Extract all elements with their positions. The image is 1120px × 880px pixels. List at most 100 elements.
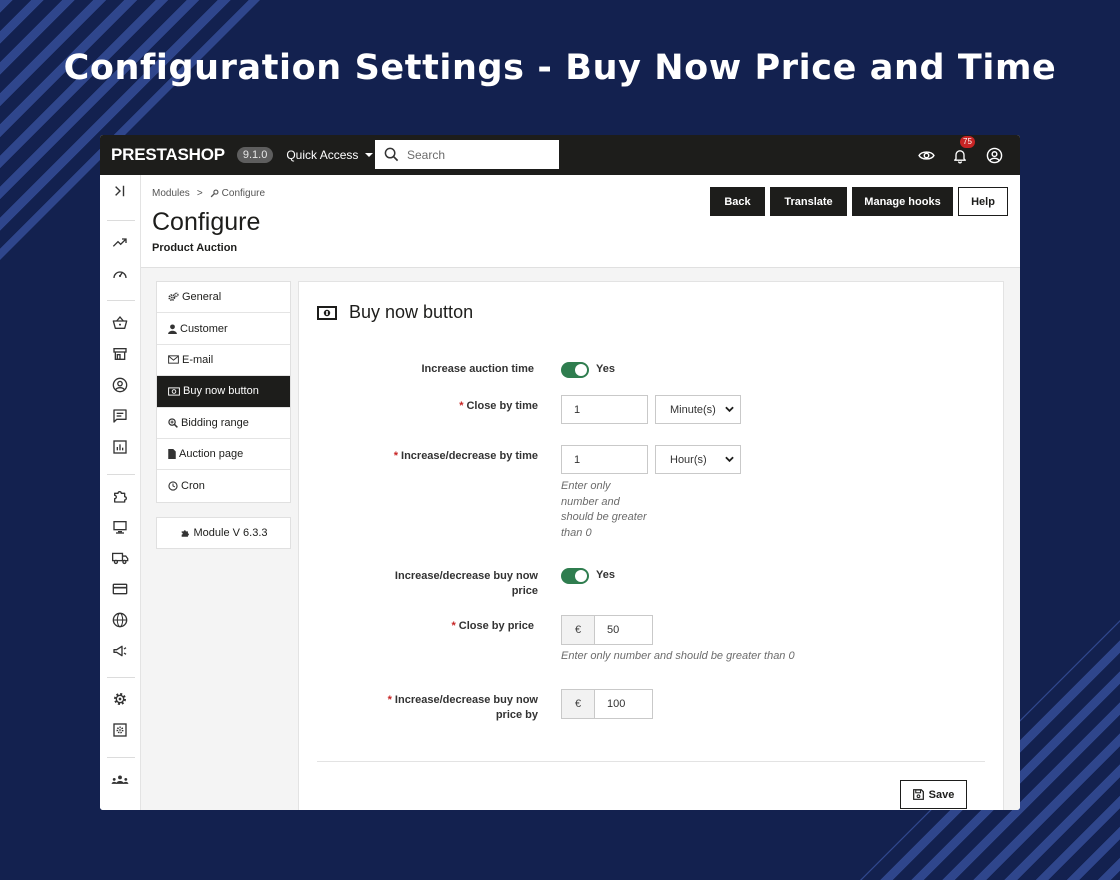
clock-icon [168,481,178,491]
increase-decrease-by-time-unit-select[interactable]: Hour(s) [655,445,741,474]
required-marker: * [393,450,399,462]
basket-icon[interactable] [110,313,130,333]
megaphone-icon[interactable] [110,641,130,661]
close-by-time-unit-select[interactable]: Minute(s) [655,395,741,424]
search-input[interactable] [407,147,547,162]
help-line: Enter only [561,480,611,492]
save-button[interactable]: Save [900,780,967,809]
translate-button[interactable]: Translate [770,187,847,216]
advanced-settings-icon[interactable] [110,720,130,740]
tab-buy-now-button[interactable]: Buy now button [157,376,290,408]
cogs-icon [168,292,179,302]
modules-puzzle-icon[interactable] [110,486,130,506]
customer-icon[interactable] [110,375,130,395]
increase-decrease-buy-now-price-by-input[interactable]: 100 [594,689,653,719]
prestashop-logo[interactable]: PRESTASHOP [111,145,225,165]
increase-decrease-by-time-help: Enter only number and should be greater … [561,479,647,541]
tab-label: Customer [180,322,228,335]
increase-decrease-buy-now-price-by-input-group: € 100 [561,689,653,719]
buy-now-panel: Buy now button Increase auction time Yes… [298,281,1004,810]
tab-label: Auction page [179,448,244,461]
monitor-icon[interactable] [110,517,130,537]
required-marker: * [387,694,392,706]
close-by-price-input[interactable]: 50 [594,615,653,645]
breadcrumb-modules[interactable]: Modules [152,188,190,199]
page-header: Modules > Configure Configure Product Au… [141,175,1020,268]
collapse-icon[interactable] [110,181,130,201]
trending-up-icon[interactable] [110,233,130,253]
eye-icon[interactable] [909,147,943,164]
breadcrumb-configure: Configure [221,188,266,199]
label-line: price by [495,709,538,721]
panel-divider [317,761,985,762]
browser-window: PRESTASHOP 9.1.0 Quick Access 75 [100,135,1020,810]
nav-divider [107,300,135,301]
page-title: Configure [152,208,261,236]
user-circle-icon[interactable] [977,147,1011,164]
wrench-icon [210,189,219,198]
tab-auction-page[interactable]: Auction page [157,439,290,471]
close-by-price-help: Enter only number and should be greater … [561,650,795,662]
tab-customer[interactable]: Customer [157,313,290,345]
search-plus-icon [168,418,178,428]
messages-icon[interactable] [110,406,130,426]
store-icon[interactable] [110,344,130,364]
envelope-icon [168,355,179,365]
settings-tabs: General Customer E-mail Buy now button B… [156,281,291,503]
page-subtitle: Product Auction [152,242,238,254]
increase-decrease-by-time-input[interactable] [561,445,648,474]
tab-email[interactable]: E-mail [157,345,290,377]
label-line: Increase/decrease buy now [394,570,538,582]
truck-icon[interactable] [110,548,130,568]
help-line: number and [561,495,620,508]
required-marker: * [451,620,456,632]
caret-down-icon [365,153,374,157]
increase-decrease-buy-now-price-label: Increase/decrease buy now price [313,569,538,599]
money-bill-icon [168,387,180,396]
money-bill-icon [317,305,337,320]
increase-decrease-buy-now-price-toggle[interactable] [561,568,589,584]
notification-badge: 75 [960,135,975,148]
search-icon [384,147,399,162]
euro-currency-addon: € [561,615,594,645]
toggle-knob [575,570,587,582]
back-button[interactable]: Back [710,187,765,216]
label-line: Increase/decrease buy now [394,694,538,706]
globe-icon[interactable] [110,610,130,630]
tab-label: Bidding range [181,416,249,429]
label-line: price [511,585,538,597]
settings-gear-icon[interactable] [110,689,130,709]
floppy-disk-icon [912,789,924,800]
bell-icon[interactable]: 75 [943,135,977,164]
quick-access-label: Quick Access [286,148,359,162]
close-by-price-input-group: € 50 [561,615,653,645]
increase-decrease-by-time-label-text: Increase/decrease by time [401,450,538,462]
content-area: General Customer E-mail Buy now button B… [141,268,1020,810]
tab-bidding-range[interactable]: Bidding range [157,408,290,439]
stats-icon[interactable] [110,437,130,457]
manage-hooks-button[interactable]: Manage hooks [852,187,953,216]
close-by-price-label-text: Close by price [458,620,534,632]
tab-label: E-mail [182,353,214,366]
nav-divider [107,757,135,758]
quick-access-dropdown[interactable]: Quick Access [286,148,374,162]
top-bar: PRESTASHOP 9.1.0 Quick Access 75 [100,135,1020,175]
close-by-price-label: * Close by price [309,619,534,634]
dashboard-gauge-icon[interactable] [110,264,130,284]
credit-card-icon[interactable] [110,579,130,599]
euro-currency-addon: € [561,689,594,719]
panel-title: Buy now button [317,302,473,323]
close-by-time-input[interactable] [561,395,648,424]
tab-cron[interactable]: Cron [157,470,290,501]
close-by-time-label-text: Close by time [466,400,538,412]
increase-auction-time-toggle[interactable] [561,362,589,378]
tab-general[interactable]: General [157,282,290,314]
nav-divider [107,677,135,678]
help-line: should be greater [561,511,647,523]
team-icon[interactable] [110,770,130,790]
breadcrumb: Modules > Configure [152,188,265,199]
help-button[interactable]: Help [958,187,1008,216]
search-box[interactable] [375,140,559,169]
module-version-box: Module V 6.3.3 [156,517,291,549]
increase-decrease-buy-now-price-by-label: * Increase/decrease buy now price by [313,693,538,723]
